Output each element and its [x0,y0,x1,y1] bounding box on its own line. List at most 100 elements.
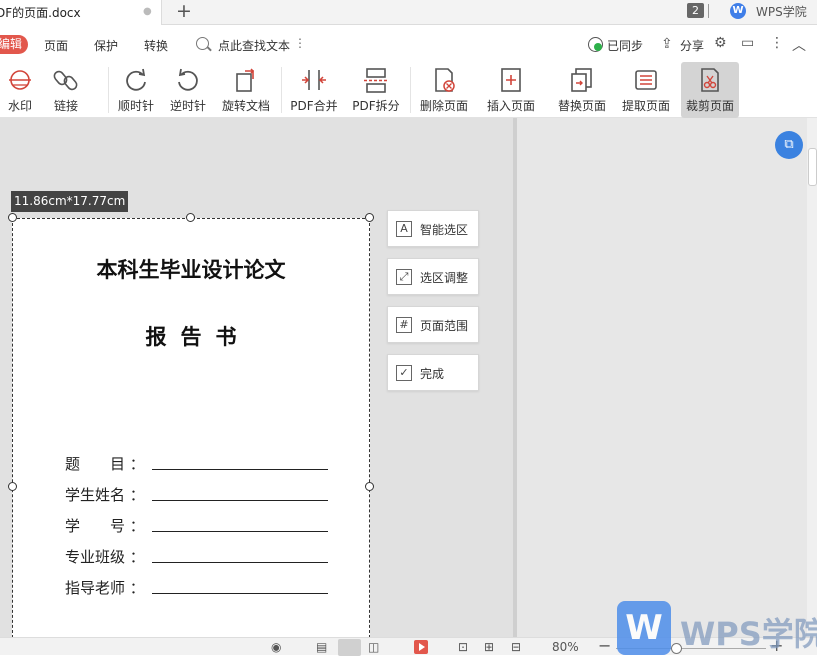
floating-assistant-icon[interactable]: ⧉ [775,131,803,159]
zoom-out-icon[interactable]: − [598,636,611,655]
document-canvas[interactable]: ⧉ 11.86cm*17.77cm 本科生毕业设计论文 报告书 题 目 ： 学生… [0,118,817,643]
rotate-document-icon [236,68,255,92]
play-slideshow-icon[interactable] [414,640,428,654]
new-tab-plus-icon[interactable]: + [176,0,192,22]
share-button[interactable]: 分享 [680,37,704,54]
comment-icon[interactable]: ▭ [741,35,754,51]
done-icon: ✓ [396,365,412,381]
done-button[interactable]: ✓ 完成 [387,354,479,391]
document-subtitle: 报告书 [145,325,251,349]
actual-size-icon[interactable]: ⊟ [511,640,521,654]
menu-edit-tab[interactable]: 编辑 [0,35,28,54]
tool-label: 逆时针 [169,99,206,113]
link-icon [53,70,78,91]
field-label-student-id: 学 号 ： [65,517,145,535]
field-underline [152,469,328,470]
pdf-merge-icon [302,70,326,90]
field-underline [152,531,328,532]
settings-gear-icon[interactable]: ⚙ [714,35,727,51]
view-single-page-icon[interactable] [338,639,361,656]
delete-page-icon [435,68,455,92]
rotate-clockwise-icon [126,68,146,91]
scrollbar-thumb[interactable] [808,148,817,186]
wps-academy-link[interactable]: WPS学院 [756,3,807,20]
tool-label: 旋转文档 [221,99,270,113]
button-label: 页面范围 [420,319,469,333]
wps-logo-icon[interactable]: W [730,3,746,19]
tool-label: 删除页面 [419,99,468,113]
tool-rotate-counterclockwise[interactable]: 逆时针 [166,62,210,118]
smart-select-button[interactable]: A 智能选区 [387,210,479,247]
smart-select-icon: A [396,221,412,237]
more-options-icon[interactable]: ⋮ [770,35,784,51]
wps-watermark-logo-icon [617,601,671,655]
field-label-student-name: 学生姓名 ： [65,486,145,504]
menu-page-tab[interactable]: 页面 [44,37,68,54]
field-label-class: 专业班级 ： [65,548,145,566]
menu-convert-tab[interactable]: 转换 [144,37,168,54]
wps-academy-watermark: WPS学院 [617,601,817,655]
tool-pdf-merge[interactable]: PDF合并 [286,62,342,118]
tool-label: 链接 [53,99,78,113]
document-title: 本科生毕业设计论文 [96,258,286,282]
share-icon[interactable]: ⇪ [661,36,673,52]
menu-protect-tab[interactable]: 保护 [94,37,118,54]
vertical-scrollbar[interactable] [807,118,817,637]
more-vertical-icon[interactable]: ⋮ [294,36,306,50]
tool-extract-page[interactable]: 提取页面 [618,62,674,118]
view-continuous-icon[interactable]: ▤ [316,640,327,654]
crop-handle-right[interactable] [365,482,374,491]
tool-insert-page[interactable]: 插入页面 [480,62,542,118]
watermark-icon [9,70,31,90]
tool-label: PDF拆分 [352,99,400,113]
eye-protection-icon[interactable]: ◉ [271,640,281,654]
search-text-field[interactable]: 点此查找文本 [218,37,290,54]
crop-size-label: 11.86cm*17.77cm [11,191,129,212]
tab-count-badge[interactable]: 2 [687,3,704,18]
adjust-selection-button[interactable]: ⤢ 选区调整 [387,258,479,295]
field-label-topic: 题 目 ： [65,455,145,473]
fit-width-icon[interactable]: ⊡ [458,640,468,654]
menu-bar: 编辑 页面 保护 转换 点此查找文本 ⋮ 已同步 ⇪ 分享 ⚙ ▭ ⋮ ︿ [0,26,817,62]
tool-rotate-document[interactable]: 旋转文档 [218,62,274,118]
crop-handle-top[interactable] [186,213,195,222]
insert-page-icon [501,68,521,92]
extract-page-icon [635,70,657,90]
field-underline [152,593,328,594]
preview-pane [517,118,807,637]
page-range-button[interactable]: # 页面范围 [387,306,479,343]
tab-close-dot-icon[interactable]: ● [143,6,152,17]
sync-status[interactable]: 已同步 [607,37,643,54]
document-tab-title: DF的页面.docx [0,6,81,20]
pdf-split-icon [364,68,388,93]
tool-label: 提取页面 [621,99,670,113]
tool-watermark[interactable]: 水印 [0,62,40,118]
tool-label: 裁剪页面 [685,99,734,113]
zoom-level-dropdown[interactable]: 80% [552,640,579,654]
button-label: 智能选区 [420,223,469,237]
button-label: 选区调整 [420,271,469,285]
tool-link[interactable]: 链接 [46,62,86,118]
view-two-page-icon[interactable]: ◫ [368,640,379,654]
tool-label: 水印 [7,99,32,113]
cloud-sync-icon[interactable] [588,37,603,52]
crop-page-icon [701,68,719,92]
toolbar-divider [410,67,411,113]
crop-handle-top-left[interactable] [8,213,17,222]
tool-replace-page[interactable]: 替换页面 [554,62,610,118]
document-tab[interactable]: DF的页面.docx ● [0,0,162,25]
crop-handle-left[interactable] [8,482,17,491]
collapse-ribbon-chevron-up-icon[interactable]: ︿ [792,35,806,55]
fit-page-icon[interactable]: ⊞ [484,640,494,654]
crop-handle-top-right[interactable] [365,213,374,222]
tool-pdf-split[interactable]: PDF拆分 [348,62,404,118]
adjust-selection-icon: ⤢ [396,269,412,285]
field-underline [152,500,328,501]
tool-rotate-clockwise[interactable]: 顺时针 [114,62,158,118]
toolbar-divider [281,67,282,113]
tool-delete-page[interactable]: 删除页面 [416,62,472,118]
tool-crop-page[interactable]: 裁剪页面 [681,62,739,118]
tool-label: 顺时针 [117,99,154,113]
watermark-text: WPS学院 [680,615,817,653]
search-icon[interactable] [196,37,209,50]
